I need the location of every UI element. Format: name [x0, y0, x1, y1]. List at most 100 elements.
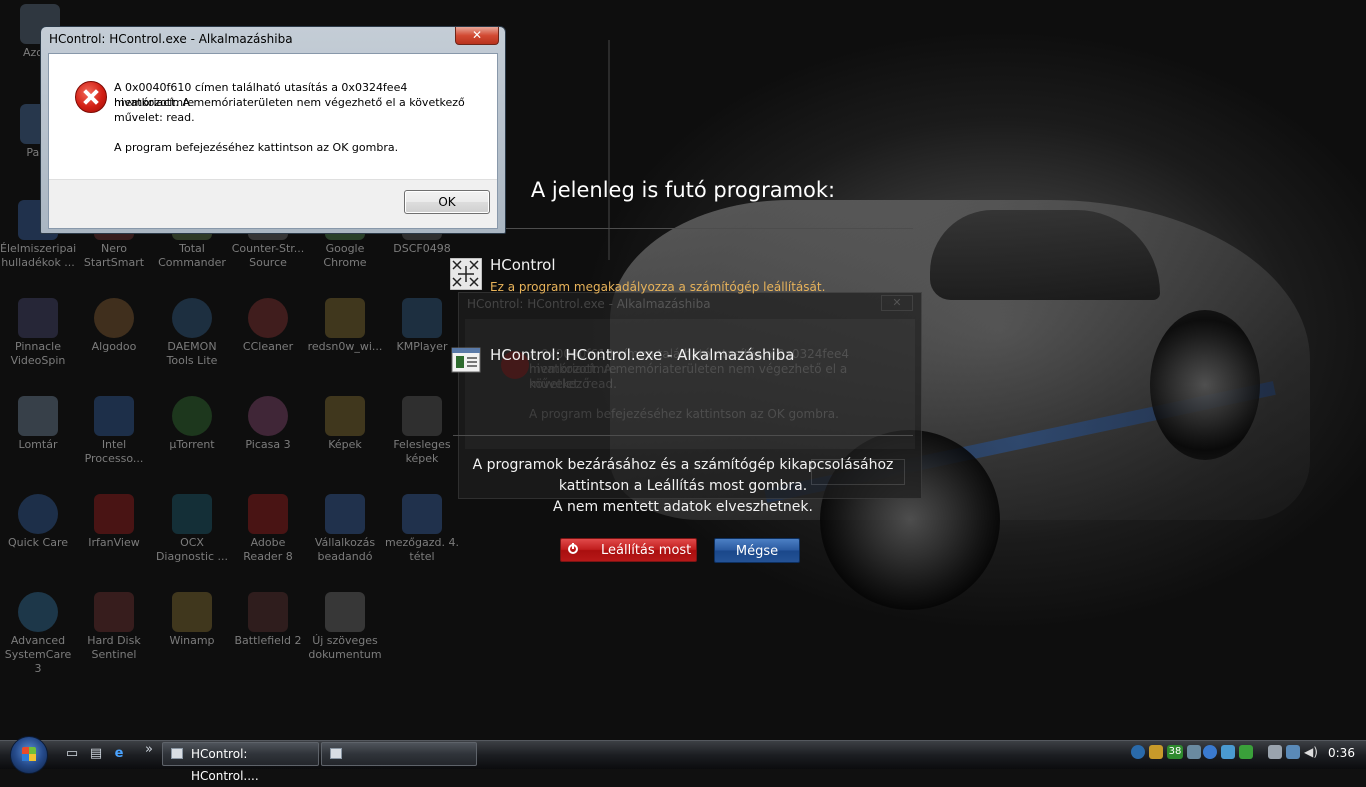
desktop-icon[interactable]: DAEMON Tools Lite [154, 298, 230, 368]
desktop-icon[interactable]: Képek [307, 396, 383, 452]
error-dialog-footer: OK [49, 179, 497, 228]
shutdown-message-line: kattintson a Leállítás most gombra. [558, 478, 808, 494]
taskbar-button-hcontrol-error[interactable]: HControl: HControl.... [162, 742, 319, 783]
divider [453, 435, 913, 436]
desktop-icon[interactable]: KMPlayer [384, 298, 460, 354]
desktop-icon[interactable]: IrfanView [76, 494, 152, 550]
desktop-icon[interactable]: Vállalkozás beadandó [307, 494, 383, 564]
desktop-icon[interactable]: Lomtár [0, 396, 76, 452]
error-dialog-title: HControl: HControl.exe - Alkalmazáshiba [49, 32, 293, 46]
divider [453, 228, 913, 229]
winamp-icon [172, 592, 212, 632]
close-icon: ✕ [471, 28, 483, 42]
error-message-line: hivatkozott. A memóriaterületen nem vége… [114, 96, 465, 109]
desktop-icon[interactable]: redsn0w_wi... [307, 298, 383, 354]
video-icon [18, 298, 58, 338]
error-dialog-body: A 0x0040f610 címen található utasítás a … [48, 53, 498, 229]
application-window-icon [450, 344, 482, 376]
error-dialog: HControl: HControl.exe - Alkalmazáshiba … [40, 26, 506, 234]
word-document-icon [402, 494, 442, 534]
wallpaper-antenna [608, 40, 610, 260]
error-icon [75, 81, 107, 113]
power-icon [568, 543, 578, 554]
clock[interactable]: 0:36 [1328, 746, 1355, 760]
desktop-icon[interactable]: Advanced SystemCare 3 [0, 592, 76, 676]
folder-icon [325, 298, 365, 338]
quick-launch-more-icon[interactable]: » [141, 742, 157, 758]
picasa-icon [248, 396, 288, 436]
update-icon[interactable] [1221, 745, 1235, 759]
desktop-icon[interactable]: Adobe Reader 8 [230, 494, 306, 564]
program-name: HControl: HControl.exe - Alkalmazáshiba [490, 346, 795, 364]
power-plug-icon[interactable] [1239, 745, 1253, 759]
desktop-icon[interactable]: Hard Disk Sentinel [76, 592, 152, 662]
application-window-icon [330, 748, 342, 759]
close-button[interactable]: ✕ [455, 27, 499, 45]
pdf-icon [248, 494, 288, 534]
wifi-icon [172, 494, 212, 534]
application-window-icon [171, 748, 183, 759]
taskbar-button-label: HControl: HControl.... [191, 747, 259, 783]
sync-icon[interactable] [1131, 745, 1145, 759]
close-icon: ✕ [881, 295, 913, 311]
network-icon[interactable] [1187, 745, 1201, 759]
start-button[interactable] [10, 736, 48, 774]
word-document-icon [325, 494, 365, 534]
desktop-icon[interactable]: µTorrent [154, 396, 230, 452]
error-message-line: művelet: read. [114, 111, 195, 124]
ok-button[interactable]: OK [404, 190, 490, 214]
game-icon [248, 592, 288, 632]
desktop-icon[interactable]: Quick Care [0, 494, 76, 550]
desktop-icon[interactable]: mezőgazd. 4. tétel [384, 494, 460, 564]
desktop-icon[interactable]: CCleaner [230, 298, 306, 354]
windows-logo-icon [22, 747, 36, 761]
tray-counter-icon[interactable]: 38 [1167, 745, 1183, 759]
volume-icon[interactable]: ◀) [1304, 745, 1318, 759]
camera-icon [402, 396, 442, 436]
background-error-line: művelet: read. [529, 377, 617, 391]
desktop-icon[interactable]: Battlefield 2 [230, 592, 306, 648]
utorrent-icon [172, 396, 212, 436]
wallpaper-rear-wheel [1150, 310, 1260, 460]
taskbar-button-hcontrol[interactable] [321, 742, 477, 766]
network-status-icon[interactable] [1286, 745, 1300, 759]
shutdown-now-label: Leállítás most [601, 543, 692, 558]
desktop-icon[interactable]: Winamp [154, 592, 230, 648]
bluetooth-icon[interactable] [1203, 745, 1217, 759]
text-document-icon [325, 592, 365, 632]
desktop-icon[interactable]: Algodoo [76, 298, 152, 354]
desktop-icon[interactable]: Picasa 3 [230, 396, 306, 452]
disk-icon [94, 592, 134, 632]
shutdown-now-button[interactable]: Leállítás most [560, 538, 697, 562]
systemcare-icon [18, 592, 58, 632]
switch-windows-icon[interactable]: ▤ [88, 746, 104, 762]
algodoo-icon [94, 298, 134, 338]
kmplayer-icon [402, 298, 442, 338]
background-error-dialog-body: A 0x0040f610 címen található utasítás a … [465, 319, 915, 449]
background-error-dialog-title: HControl: HControl.exe - Alkalmazáshiba [467, 297, 711, 311]
program-warning: Ez a program megakadályozza a számítógép… [490, 280, 826, 294]
desktop-icon[interactable]: Új szöveges dokumentum [307, 592, 383, 662]
program-name: HControl [490, 256, 556, 274]
shield-icon[interactable] [1149, 745, 1163, 759]
show-desktop-icon[interactable]: ▭ [64, 746, 80, 762]
desktop-icon[interactable]: Intel Processo... [76, 396, 152, 466]
shield-icon [18, 494, 58, 534]
shutdown-message-line: A programok bezárásához és a számítógép … [472, 457, 894, 473]
folder-icon [325, 396, 365, 436]
daemon-icon [172, 298, 212, 338]
desktop-icon[interactable]: Felesleges képek [384, 396, 460, 466]
error-instruction: A program befejezéséhez kattintson az OK… [114, 141, 399, 154]
desktop-background: Azonn Paint Élelmiszeripai hulladékok ..… [0, 0, 1366, 740]
cancel-button[interactable]: Mégse [714, 538, 800, 563]
battery-icon[interactable] [1268, 745, 1282, 759]
hcontrol-program-icon [449, 257, 483, 291]
internet-explorer-icon[interactable]: e [111, 746, 127, 762]
recycle-bin-icon [18, 396, 58, 436]
intel-icon [94, 396, 134, 436]
desktop-icon[interactable]: Pinnacle VideoSpin [0, 298, 76, 368]
background-error-line: A program befejezéséhez kattintson az OK… [529, 407, 839, 421]
irfanview-icon [94, 494, 134, 534]
desktop-icon[interactable]: OCX Diagnostic ... [154, 494, 230, 564]
shutdown-message-line: A nem mentett adatok elveszhetnek. [553, 499, 813, 515]
